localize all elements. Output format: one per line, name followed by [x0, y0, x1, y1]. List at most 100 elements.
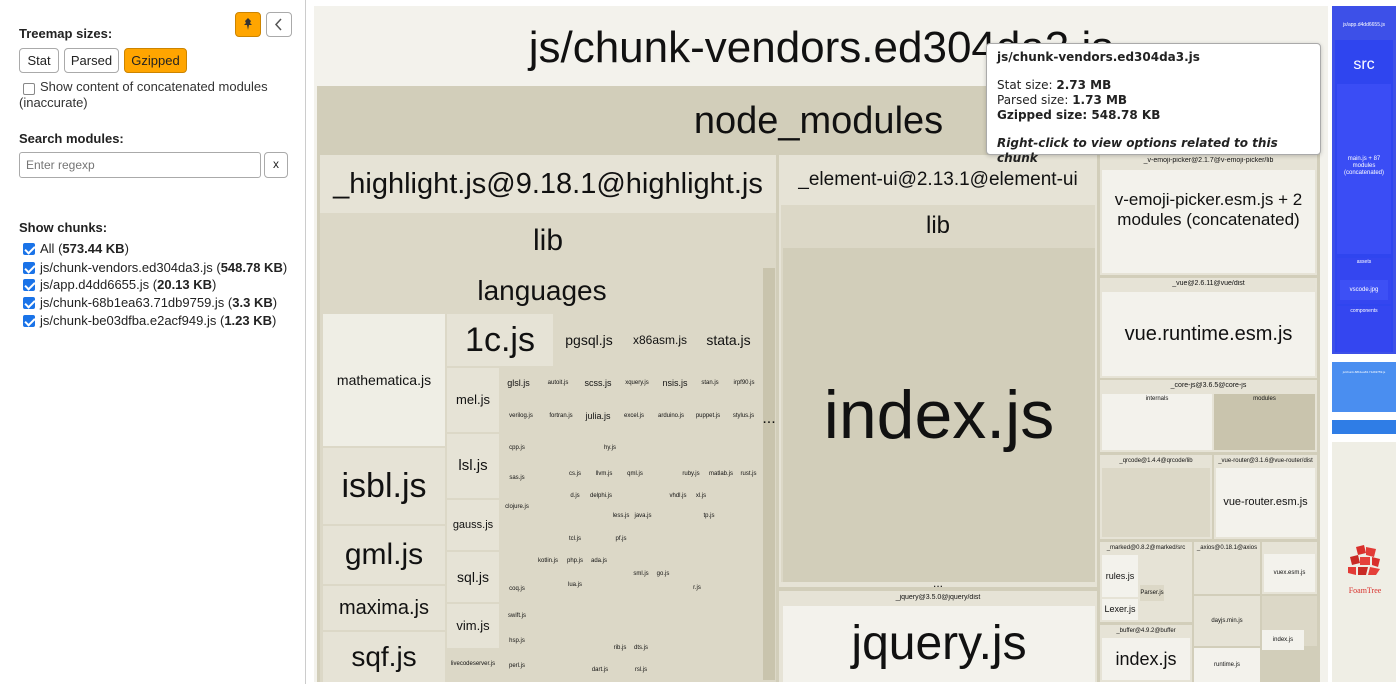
element-ui-package-label: _element-ui@2.13.1@element-ui	[798, 169, 1078, 190]
lang-file[interactable]: tcl.js	[563, 530, 587, 548]
lang-file[interactable]: arduino.js	[653, 400, 689, 432]
lang-file[interactable]: gml.js	[323, 526, 445, 584]
lang-file[interactable]: xl.js	[691, 486, 711, 506]
size-gzipped-button[interactable]: Gzipped	[124, 48, 187, 73]
lang-file[interactable]: xquery.js	[618, 368, 656, 398]
app-main-module[interactable]: main.js + 87 modules (concatenated)	[1337, 84, 1391, 254]
lang-file[interactable]: clojure.js	[501, 494, 533, 520]
pin-button[interactable]	[235, 12, 261, 37]
marked-parser-file[interactable]: Parser.js	[1140, 585, 1164, 601]
lang-file[interactable]: stan.js	[694, 368, 726, 398]
lang-file[interactable]: d.js	[563, 486, 587, 506]
vue-router-file[interactable]: vue-router.esm.js	[1216, 468, 1315, 537]
lang-file[interactable]: pgsql.js	[555, 314, 623, 366]
lang-file[interactable]: livecodeserver.js	[447, 650, 499, 678]
lang-file[interactable]: coq.js	[501, 578, 533, 600]
element-ui-index-file[interactable]: index.js	[783, 248, 1095, 582]
lang-file[interactable]: r.js	[687, 580, 707, 596]
lang-file[interactable]: glsl.js	[501, 368, 536, 398]
index-small-file[interactable]: index.js	[1262, 630, 1304, 650]
lang-file[interactable]: sqf.js	[323, 632, 445, 682]
collapse-sidebar-button[interactable]	[266, 12, 292, 37]
lang-file[interactable]: vim.js	[447, 604, 499, 648]
lang-file[interactable]: go.js	[653, 566, 673, 582]
chunk-checkbox-all[interactable]	[23, 243, 35, 255]
lang-file[interactable]: maxima.js	[323, 586, 445, 630]
lang-file[interactable]: mel.js	[447, 368, 499, 432]
lang-file[interactable]: dart.js	[589, 660, 611, 680]
corejs-package-label: _core-js@3.6.5@core-js	[1170, 382, 1247, 389]
lang-file[interactable]: 1c.js	[447, 314, 553, 366]
lang-file[interactable]: matlab.js	[707, 464, 735, 484]
lang-file[interactable]: vhdl.js	[667, 486, 689, 506]
search-input[interactable]	[19, 152, 261, 178]
qrcode-files[interactable]	[1102, 468, 1210, 537]
lang-file[interactable]: ruby.js	[677, 464, 705, 484]
lang-file[interactable]: scss.js	[580, 368, 616, 398]
lang-file[interactable]: ada.js	[589, 552, 609, 570]
lang-file[interactable]: swift.js	[501, 604, 533, 628]
marked-lexer-file[interactable]: Lexer.js	[1102, 599, 1138, 620]
buffer-index-file[interactable]: index.js	[1102, 638, 1190, 680]
foamtree-logo-text: FoamTree	[1348, 586, 1382, 595]
dayjs-file[interactable]: dayjs.min.js	[1194, 596, 1260, 646]
lang-file[interactable]: fortran.js	[543, 400, 579, 432]
lang-file[interactable]: cs.js	[563, 464, 587, 484]
size-parsed-button[interactable]: Parsed	[64, 48, 119, 73]
lang-group-more[interactable]	[763, 268, 775, 680]
lang-file[interactable]: mathematica.js	[323, 314, 445, 446]
marked-rules-file[interactable]: rules.js	[1102, 555, 1138, 597]
lang-file[interactable]: verilog.js	[501, 400, 541, 432]
lang-file[interactable]: isbl.js	[323, 448, 445, 524]
lang-file[interactable]: perl.js	[501, 654, 533, 678]
lang-file[interactable]: excel.js	[617, 400, 651, 432]
lang-file[interactable]: kotlin.js	[535, 552, 561, 570]
lang-file[interactable]: hy.js	[595, 434, 625, 462]
emoji-picker-file[interactable]: v-emoji-picker.esm.js + 2 modules (conca…	[1102, 170, 1315, 273]
chunk-be03[interactable]	[1332, 420, 1396, 434]
ellipsis-label: ...	[762, 410, 776, 427]
lang-file[interactable]: rsl.js	[631, 660, 651, 680]
lang-file[interactable]: nsis.js	[658, 368, 692, 398]
lang-file[interactable]: x86asm.js	[625, 314, 695, 366]
lang-file[interactable]: pf.js	[611, 530, 631, 548]
jquery-file[interactable]: jquery.js	[783, 606, 1095, 682]
lang-file[interactable]: puppet.js	[691, 400, 725, 432]
lang-file[interactable]: dts.js	[631, 640, 651, 656]
lang-file[interactable]: java.js	[633, 508, 653, 524]
vue-router-package-label: _vue-router@3.1.6@vue-router/dist	[1218, 458, 1313, 464]
size-stat-button[interactable]: Stat	[19, 48, 59, 73]
lang-file[interactable]: tp.js	[699, 508, 719, 524]
chunk-checkbox-vendors[interactable]	[23, 262, 35, 274]
lang-file[interactable]: cpp.js	[501, 434, 533, 462]
lang-file[interactable]: gauss.js	[447, 500, 499, 550]
lang-file[interactable]: sql.js	[447, 552, 499, 602]
app-vscode-image[interactable]: vscode.jpg	[1340, 280, 1388, 300]
lang-file[interactable]: rib.js	[611, 640, 629, 656]
lang-file[interactable]: delphi.js	[589, 486, 613, 506]
vue-runtime-file[interactable]: vue.runtime.esm.js	[1102, 292, 1315, 376]
chunk-checkbox-68b1[interactable]	[23, 297, 35, 309]
runtime-file[interactable]: runtime.js	[1194, 648, 1260, 682]
lang-file[interactable]: php.js	[563, 552, 587, 570]
chunk-checkbox-be03[interactable]	[23, 315, 35, 327]
lang-file[interactable]: stylus.js	[727, 400, 760, 432]
lang-file[interactable]: rust.js	[737, 464, 760, 484]
lang-file[interactable]: lsl.js	[447, 434, 499, 498]
lang-file[interactable]: qml.js	[621, 464, 649, 484]
lang-file[interactable]: sml.js	[631, 566, 651, 582]
lang-file[interactable]: autoit.js	[538, 368, 578, 398]
lang-file[interactable]: hsp.js	[501, 630, 533, 652]
lang-file[interactable]: llvm.js	[589, 464, 619, 484]
lang-file[interactable]: stata.js	[697, 314, 760, 366]
chunk-tooltip: js/chunk-vendors.ed304da3.js Stat size: …	[986, 43, 1321, 165]
lang-file[interactable]: less.js	[611, 508, 631, 524]
lang-file[interactable]: irpf90.js	[728, 368, 760, 398]
vuex-file[interactable]: vuex.esm.js	[1264, 554, 1315, 592]
chunk-item-68b1: js/chunk-68b1ea63.71db9759.js (3.3 KB)	[40, 295, 278, 310]
lang-file[interactable]: sas.js	[501, 464, 533, 492]
search-clear-button[interactable]: x	[264, 152, 288, 178]
lang-file[interactable]: lua.js	[563, 576, 587, 594]
lang-file[interactable]: julia.js	[581, 400, 615, 432]
chunk-checkbox-app[interactable]	[23, 279, 35, 291]
